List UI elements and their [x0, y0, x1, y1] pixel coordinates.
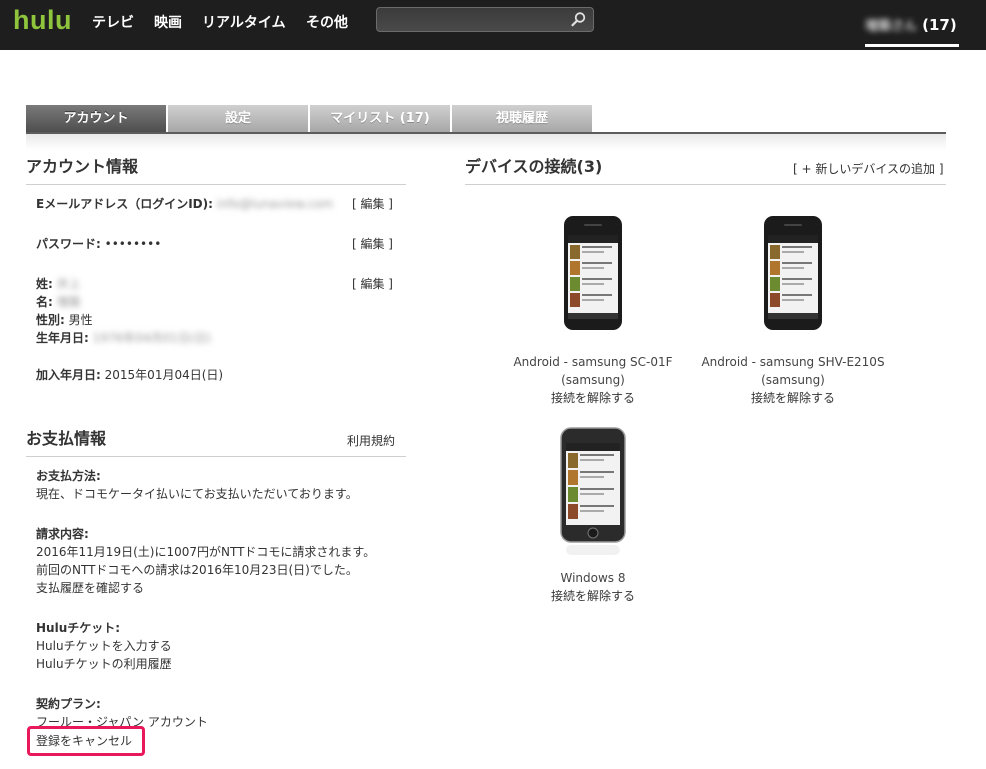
device-card: Windows 8 接続を解除する [493, 427, 693, 605]
disconnect-device-link[interactable]: 接続を解除する [493, 587, 693, 605]
payment-method-label: お支払方法: [36, 469, 101, 483]
device-card: Android - samsung SHV-E210S (samsung) 接続… [693, 215, 893, 407]
nav-other[interactable]: その他 [306, 13, 348, 33]
invoice-label: 請求内容: [36, 527, 89, 541]
hulu-logo[interactable]: hulu [13, 4, 72, 36]
user-menu-underline [865, 44, 959, 47]
device-card: Android - samsung SC-01F (samsung) 接続を解除… [493, 215, 693, 407]
tab-account[interactable]: アカウント [26, 105, 166, 132]
account-info-title: アカウント情報 [26, 157, 139, 176]
tab-settings[interactable]: 設定 [168, 105, 308, 132]
joined-row: 加入年月日: 2015年01月04日(日) [36, 366, 223, 384]
billing-info-title: お支払情報 [26, 429, 107, 448]
device-name: Android - samsung SHV-E210S [701, 355, 885, 369]
birthdate-label: 生年月日: [36, 331, 89, 345]
tab-history[interactable]: 視聴履歴 [452, 105, 592, 132]
tab-mylist[interactable]: マイリスト (17) [310, 105, 450, 132]
edit-email-button[interactable]: [ 編集 ] [352, 195, 393, 213]
plan-label: 契約プラン: [36, 697, 101, 711]
tab-shadow [26, 134, 946, 150]
devices-title: デバイスの接続(3) [465, 157, 603, 176]
edit-profile-button[interactable]: [ 編集 ] [352, 275, 393, 293]
android-phone-icon [564, 216, 622, 330]
gender-value: 男性 [68, 313, 93, 327]
disconnect-device-link[interactable]: 接続を解除する [693, 389, 893, 407]
email-value: info@lunaview.com [216, 197, 334, 211]
account-info-divider [26, 184, 406, 185]
birthdate-row: 生年月日: 1976年04月01日(日) [36, 329, 211, 347]
payment-history-link[interactable]: 支払履歴を確認する [36, 579, 144, 597]
surname-row: 姓: 井上 [36, 275, 81, 293]
nav-realtime[interactable]: リアルタイム [202, 13, 286, 33]
terms-link[interactable]: 利用規約 [347, 432, 395, 450]
joined-label: 加入年月日: [36, 368, 101, 382]
password-row: パスワード: •••••••• [36, 235, 161, 253]
invoice-line-next: 2016年11月19日(土)に1007円がNTTドコモに請求されます。 [36, 545, 376, 559]
devices-divider [465, 184, 946, 185]
user-name[interactable]: 増築さん [865, 15, 917, 34]
billing-info-divider [26, 456, 406, 457]
search-icon[interactable] [570, 11, 587, 28]
user-queue-count[interactable]: (17) [922, 16, 957, 34]
birthdate-value: 1976年04月01日(日) [92, 331, 212, 345]
surname-value: 井上 [56, 277, 81, 291]
add-device-link[interactable]: [ + 新しいデバイスの追加 ] [793, 160, 944, 178]
edit-password-button[interactable]: [ 編集 ] [352, 235, 393, 253]
search-box[interactable] [376, 7, 594, 32]
gender-label: 性別: [36, 313, 65, 327]
disconnect-device-link[interactable]: 接続を解除する [493, 389, 693, 407]
nav-tv[interactable]: テレビ [92, 13, 134, 33]
search-input[interactable] [383, 10, 567, 31]
hulu-ticket-label: Huluチケット: [36, 621, 121, 635]
password-value: •••••••• [104, 237, 162, 251]
ticket-history-link[interactable]: Huluチケットの利用履歴 [36, 655, 172, 673]
given-name-label: 名: [36, 295, 53, 309]
email-row: Eメールアドレス（ログインID): info@lunaview.com [36, 195, 333, 213]
gender-row: 性別: 男性 [36, 311, 93, 329]
highlight-box [27, 726, 145, 756]
ipod-icon [560, 427, 626, 555]
device-maker: (samsung) [761, 373, 825, 387]
top-navigation-bar: hulu テレビ 映画 リアルタイム その他 増築さん (17) [0, 0, 986, 50]
joined-value: 2015年01月04日(日) [104, 368, 224, 382]
password-label: パスワード: [36, 237, 101, 251]
payment-method-text: 現在、ドコモケータイ払いにてお支払いただいております。 [36, 487, 358, 501]
device-maker: (samsung) [561, 373, 625, 387]
enter-ticket-link[interactable]: Huluチケットを入力する [36, 637, 172, 655]
surname-label: 姓: [36, 277, 53, 291]
user-menu[interactable]: 増築さん (17) [865, 14, 957, 35]
nav-movies[interactable]: 映画 [154, 13, 182, 33]
given-name-row: 名: 増築 [36, 293, 81, 311]
android-phone-icon [764, 216, 822, 330]
given-name-value: 増築 [56, 295, 81, 309]
device-name: Android - samsung SC-01F [513, 355, 673, 369]
invoice-line-previous: 前回のNTTドコモへの請求は2016年10月23日(日)でした。 [36, 563, 358, 577]
device-name: Windows 8 [560, 571, 626, 585]
email-label: Eメールアドレス（ログインID): [36, 197, 213, 211]
